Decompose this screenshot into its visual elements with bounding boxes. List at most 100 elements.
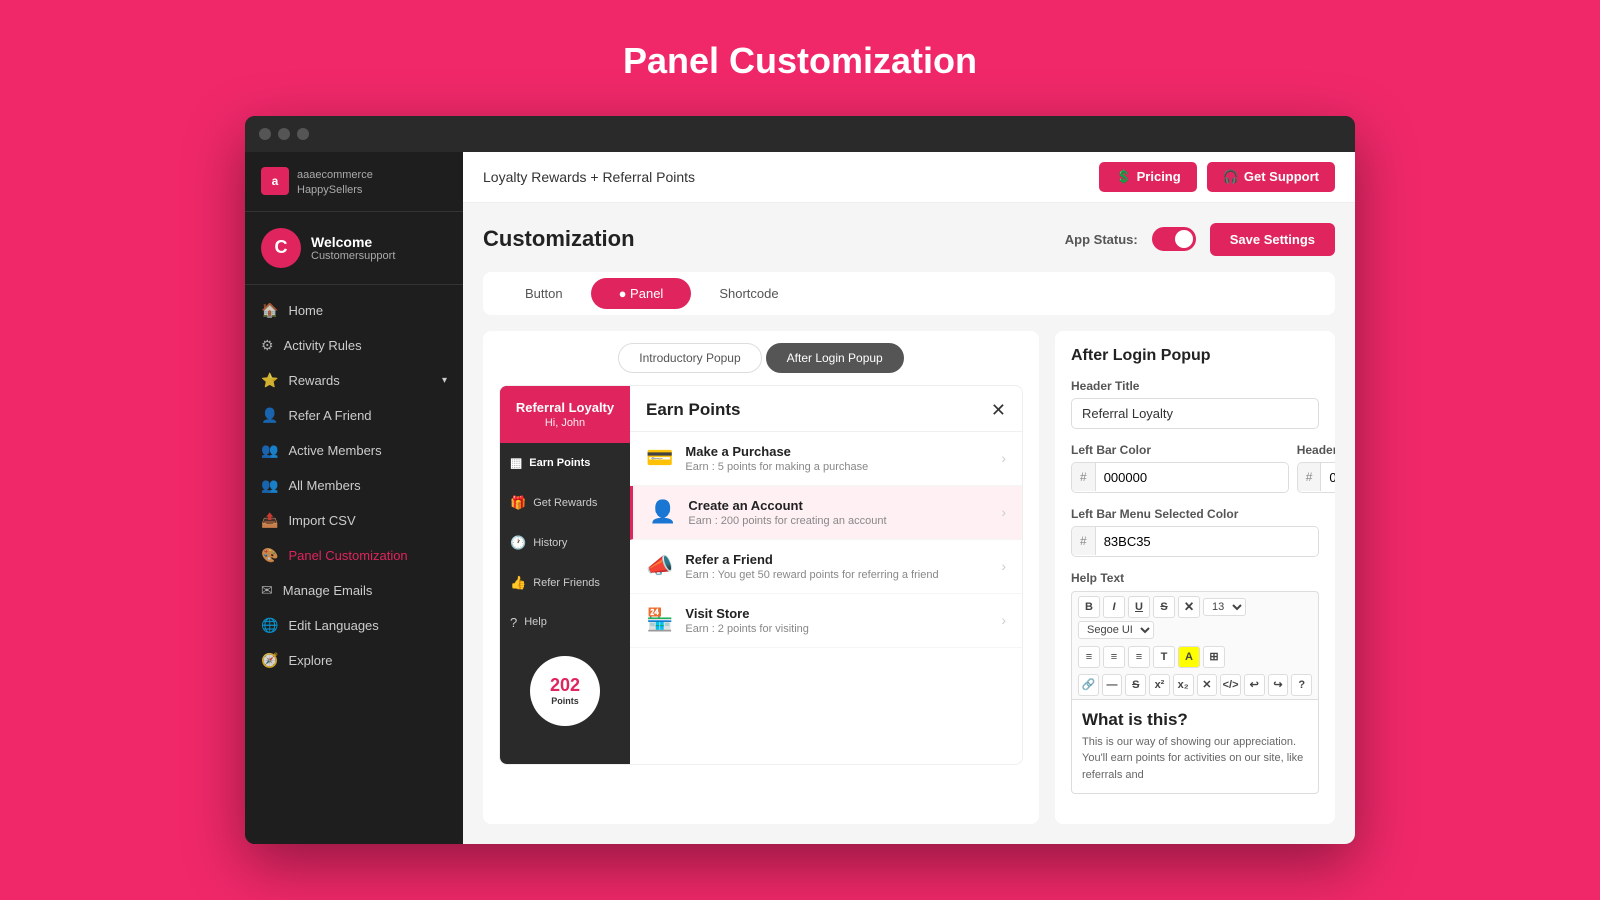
remove-format-button[interactable]: 🗙	[1178, 596, 1200, 618]
sidebar-logo: a aaaecommerce HappySellers	[245, 152, 463, 212]
logo-tagline: HappySellers	[297, 184, 362, 196]
font-color-button[interactable]: A	[1178, 646, 1200, 668]
panel-menu-history[interactable]: 🕐 History	[500, 523, 630, 563]
panel-menu-label: Get Rewards	[533, 497, 597, 509]
indent-button[interactable]: ≡	[1128, 646, 1150, 668]
tab-shortcode[interactable]: Shortcode	[691, 278, 806, 309]
list-ol-button[interactable]: ≡	[1078, 646, 1100, 668]
sidebar-item-manage-emails[interactable]: ✉ Manage Emails	[245, 573, 463, 608]
sidebar-item-home[interactable]: 🏠 Home	[245, 293, 463, 328]
points-number: 202	[550, 675, 580, 696]
panel-menu-earn-points[interactable]: ▦ Earn Points	[500, 443, 630, 483]
refer-icon: 📣	[646, 553, 673, 579]
sidebar-item-import-csv[interactable]: 📤 Import CSV	[245, 503, 463, 538]
earn-item-sub: Earn : You get 50 reward points for refe…	[685, 569, 989, 581]
content-area: Customization App Status: Save Settings …	[463, 203, 1355, 845]
earn-item-title: Make a Purchase	[685, 444, 989, 459]
text-style-button[interactable]: T	[1153, 646, 1175, 668]
sidebar-item-label: Rewards	[288, 373, 339, 388]
sidebar-item-rewards[interactable]: ⭐ Rewards ▾	[245, 363, 463, 398]
subscript-button[interactable]: x₂	[1173, 674, 1194, 696]
hr-button[interactable]: —	[1102, 674, 1123, 696]
list-ul-button[interactable]: ≡	[1103, 646, 1125, 668]
username: Customersupport	[311, 250, 395, 262]
editor-area[interactable]: What is this? This is our way of showing…	[1071, 699, 1319, 795]
strikethrough-button[interactable]: S	[1153, 596, 1175, 618]
panel-menu-get-rewards[interactable]: 🎁 Get Rewards	[500, 483, 630, 523]
italic-button[interactable]: I	[1103, 596, 1125, 618]
panel-menu-label: Refer Friends	[533, 577, 600, 589]
underline-button[interactable]: U	[1128, 596, 1150, 618]
panel-menu-help[interactable]: ? Help	[500, 603, 630, 642]
menu-color-input: #	[1071, 526, 1319, 557]
chevron-right-icon: ›	[1001, 504, 1006, 520]
font-family-select[interactable]: Segoe UI	[1078, 621, 1154, 639]
panel-preview: Introductory Popup After Login Popup Ref…	[483, 331, 1039, 825]
sidebar-item-all-members[interactable]: 👥 All Members	[245, 468, 463, 503]
user-profile: C Welcome Customersupport	[245, 212, 463, 285]
earn-item-visit-store[interactable]: 🏪 Visit Store Earn : 2 points for visiti…	[630, 594, 1022, 648]
sidebar-item-panel-customization[interactable]: 🎨 Panel Customization	[245, 538, 463, 573]
link-button[interactable]: 🔗	[1078, 674, 1099, 696]
menu-color-group: Left Bar Menu Selected Color #	[1071, 507, 1319, 557]
sidebar-item-active-members[interactable]: 👥 Active Members	[245, 433, 463, 468]
header-bg-color-input: #	[1297, 462, 1335, 493]
earn-item-purchase[interactable]: 💳 Make a Purchase Earn : 5 points for ma…	[630, 432, 1022, 486]
help-text-group: Help Text B I U S 🗙 13 Segoe UI	[1071, 571, 1319, 795]
help-editor-button[interactable]: ?	[1291, 674, 1312, 696]
header-bg-color-label: Header Background Color	[1297, 443, 1335, 457]
strike-button[interactable]: S	[1125, 674, 1146, 696]
rewards-icon: ⭐	[261, 372, 278, 389]
sidebar-item-label: Active Members	[288, 443, 381, 458]
chevron-down-icon: ▾	[442, 375, 447, 386]
clear-button[interactable]: ✕	[1197, 674, 1218, 696]
page-title: Panel Customization	[623, 40, 977, 82]
chevron-right-icon: ›	[1001, 450, 1006, 466]
popup-tabs: Introductory Popup After Login Popup	[483, 331, 1039, 385]
menu-color-value[interactable]	[1096, 527, 1318, 556]
sidebar-item-explore[interactable]: 🧭 Explore	[245, 643, 463, 678]
edit-languages-icon: 🌐	[261, 617, 278, 634]
menu-color-label: Left Bar Menu Selected Color	[1071, 507, 1319, 521]
sidebar-item-refer-a-friend[interactable]: 👤 Refer A Friend	[245, 398, 463, 433]
code-button[interactable]: </>	[1220, 674, 1241, 696]
header-title-input[interactable]	[1071, 398, 1319, 429]
active-members-icon: 👥	[261, 442, 278, 459]
redo-button[interactable]: ↪	[1268, 674, 1289, 696]
refer-friend-icon: 👤	[261, 407, 278, 424]
undo-button[interactable]: ↩	[1244, 674, 1265, 696]
earn-item-create-account[interactable]: 👤 Create an Account Earn : 200 points fo…	[630, 486, 1022, 540]
config-panel: After Login Popup Header Title Left Bar …	[1055, 331, 1335, 825]
popup-tab-introductory[interactable]: Introductory Popup	[618, 343, 761, 373]
table-button[interactable]: ⊞	[1203, 646, 1225, 668]
popup-tab-after-login[interactable]: After Login Popup	[766, 343, 904, 373]
color-inputs: Left Bar Color # Header Background Color	[1071, 443, 1319, 493]
sidebar-item-edit-languages[interactable]: 🌐 Edit Languages	[245, 608, 463, 643]
sidebar-item-activity-rules[interactable]: ⚙ Activity Rules	[245, 328, 463, 363]
logo-brand: aaaecommerce	[297, 169, 373, 181]
close-button[interactable]: ✕	[991, 400, 1006, 421]
logo-text: aaaecommerce HappySellers	[297, 166, 373, 197]
panel-menu-refer-friends[interactable]: 👍 Refer Friends	[500, 563, 630, 603]
tab-panel[interactable]: ● Panel	[591, 278, 692, 309]
sidebar-item-label: Activity Rules	[284, 338, 362, 353]
pricing-button[interactable]: 💲 Pricing	[1099, 162, 1196, 192]
header-bg-color-value[interactable]	[1321, 463, 1335, 492]
explore-icon: 🧭	[261, 652, 278, 669]
left-bar-color-value[interactable]	[1096, 463, 1288, 492]
tab-button[interactable]: Button	[497, 278, 591, 309]
panel-header-sub: Hi, John	[510, 417, 620, 429]
save-settings-button[interactable]: Save Settings	[1210, 223, 1335, 256]
font-size-select[interactable]: 13	[1203, 598, 1246, 616]
points-label: Points	[551, 696, 579, 706]
app-status-toggle[interactable]	[1152, 227, 1196, 251]
home-icon: 🏠	[261, 302, 278, 319]
nav-items: 🏠 Home ⚙ Activity Rules ⭐ Rewards ▾ 👤 Re…	[245, 285, 463, 686]
chevron-right-icon: ›	[1001, 612, 1006, 628]
customization-header: Customization App Status: Save Settings	[483, 223, 1335, 256]
superscript-button[interactable]: x²	[1149, 674, 1170, 696]
earn-item-refer-friend[interactable]: 📣 Refer a Friend Earn : You get 50 rewar…	[630, 540, 1022, 594]
bold-button[interactable]: B	[1078, 596, 1100, 618]
browser-bar	[245, 116, 1355, 152]
support-button[interactable]: 🎧 Get Support	[1207, 162, 1335, 192]
